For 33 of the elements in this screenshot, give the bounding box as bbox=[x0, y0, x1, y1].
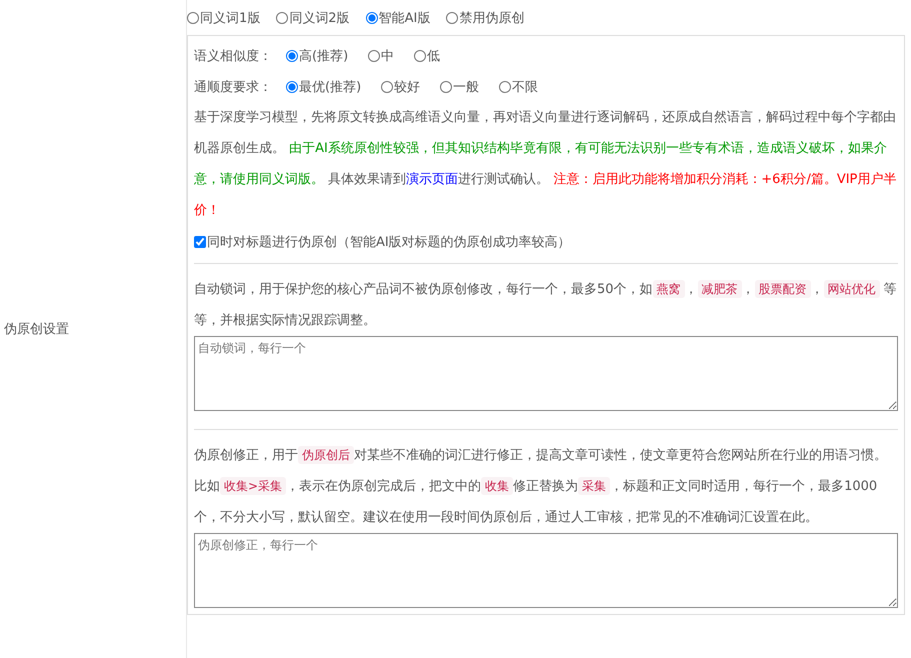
option-label[interactable]: 中 bbox=[381, 46, 394, 64]
radio-button[interactable] bbox=[276, 12, 288, 24]
radio-button[interactable] bbox=[368, 50, 380, 62]
radio-button[interactable] bbox=[499, 80, 512, 92]
radio-button[interactable] bbox=[366, 12, 378, 24]
option-label[interactable]: 禁用伪原创 bbox=[459, 8, 524, 26]
radio-button[interactable] bbox=[446, 12, 458, 24]
option-label[interactable]: 一般 bbox=[453, 78, 480, 96]
checkbox-label[interactable]: 同时对标题进行伪原创（智能AI版对标题的伪原创成功率较高） bbox=[207, 232, 571, 250]
radio-button[interactable] bbox=[286, 50, 298, 62]
ai-description: 基于深度学习模型，先将原文转换成高维语义向量，再对语义向量进行逐词解码，还原成自然语言，解码过程中每个字都由机器原创生成。 由于AI系统原创性较强，但其知识结构毕竟有限，有可能无法识别一些专有术语，造成语义破坏，如果介意，请使用同义词版。 具体效果请到演示页面进行测试确认。 注意：启用此功能将增加积分消耗：+6积分/篇。VIP用户半价！ bbox=[194, 109, 898, 220]
option-label[interactable]: 同义词1版 bbox=[200, 8, 260, 26]
checkbox[interactable] bbox=[194, 236, 206, 248]
option-label[interactable]: 较好 bbox=[394, 78, 420, 96]
option-label[interactable]: 智能AI版 bbox=[378, 8, 430, 26]
similarity-label: 语义相似度： bbox=[194, 48, 272, 64]
correction-field[interactable]: 伪原创修正，每行一个 bbox=[194, 533, 898, 608]
option-label[interactable]: 同义词2版 bbox=[289, 8, 350, 26]
section-label: 伪原创设置 bbox=[3, 321, 69, 338]
option-label[interactable]: 高(推荐) bbox=[299, 46, 348, 64]
option-label[interactable]: 最优(推荐) bbox=[299, 78, 362, 96]
correction-description: 伪原创修正，用于 伪原创后 对某些不准确的词汇进行修正，提高文章可读性，使文章更符合您网站所在行业的用语习惯。比如 收集>采集 ，表示在伪原创完成后，把文中的 收集 修正替换为 采集 ，标题和正文同时适用，每行一个，最多1000个，不分大小写，默认留空。建议在使用一段时间伪原创后，通过人工审核，把常见的不准确词汇设置在此。 bbox=[194, 445, 888, 527]
option-label[interactable]: 不限 bbox=[512, 78, 538, 96]
option-label[interactable]: 低 bbox=[427, 46, 440, 64]
radio-button[interactable] bbox=[187, 12, 199, 24]
radio-button[interactable] bbox=[286, 80, 298, 92]
radio-button[interactable] bbox=[381, 80, 394, 92]
fluency-label: 通顺度要求： bbox=[194, 78, 272, 96]
radio-button[interactable] bbox=[414, 50, 426, 62]
lock-words-field[interactable]: 自动锁词，每行一个 bbox=[194, 336, 898, 411]
demo-page-link[interactable]: 演示页面 bbox=[406, 172, 458, 187]
lock-words-description: 自动锁词，用于保护您的核心产品词不被伪原创修改，每行一个，最多50个，如 燕窝 ， 减肥茶 ， 股票配资 ， 网站优化 等等，并根据实际情况跟踪调整。 bbox=[194, 279, 898, 330]
radio-button[interactable] bbox=[440, 80, 452, 92]
